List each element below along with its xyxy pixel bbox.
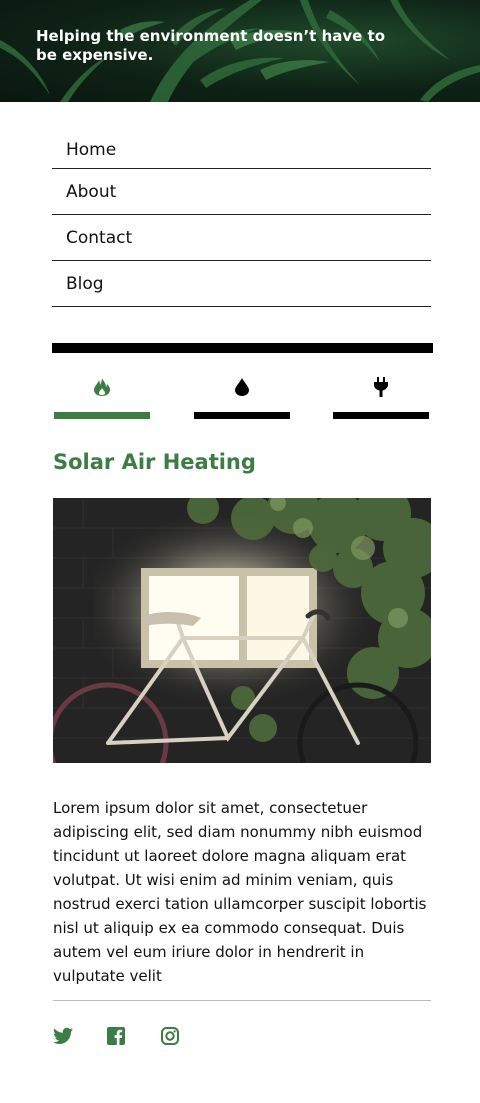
article-title: Solar Air Heating: [53, 450, 256, 474]
hero-banner: Helping the environment doesn’t have to …: [0, 0, 480, 102]
instagram-link[interactable]: [161, 1027, 181, 1047]
footer-divider: [53, 1000, 431, 1001]
social-links: [53, 1027, 181, 1049]
facebook-link[interactable]: [107, 1027, 127, 1047]
twitter-link[interactable]: [53, 1027, 73, 1047]
main-nav: Home About Contact Blog: [52, 132, 431, 307]
tab-water[interactable]: [194, 372, 290, 420]
tab-indicator: [194, 412, 290, 419]
nav-item-blog[interactable]: Blog: [52, 261, 431, 307]
nav-item-contact[interactable]: Contact: [52, 215, 431, 261]
instagram-icon: [161, 1027, 179, 1045]
bicycle-photo: [53, 498, 431, 763]
category-tabs: [54, 372, 430, 420]
article-image: [53, 498, 431, 763]
fire-icon: [94, 378, 110, 396]
tab-indicator: [333, 412, 429, 419]
nav-item-about[interactable]: About: [52, 169, 431, 215]
tab-heating[interactable]: [54, 372, 150, 420]
article-body: Lorem ipsum dolor sit amet, consectetuer…: [53, 799, 427, 985]
tab-indicator-active: [54, 412, 150, 419]
nav-item-home[interactable]: Home: [52, 132, 431, 169]
hero-tagline: Helping the environment doesn’t have to …: [36, 27, 386, 64]
tab-electricity[interactable]: [333, 372, 429, 420]
facebook-icon: [107, 1027, 125, 1045]
section-divider-bar: [52, 343, 433, 353]
plug-icon: [374, 377, 388, 397]
twitter-icon: [53, 1027, 73, 1044]
water-drop-icon: [235, 378, 249, 396]
